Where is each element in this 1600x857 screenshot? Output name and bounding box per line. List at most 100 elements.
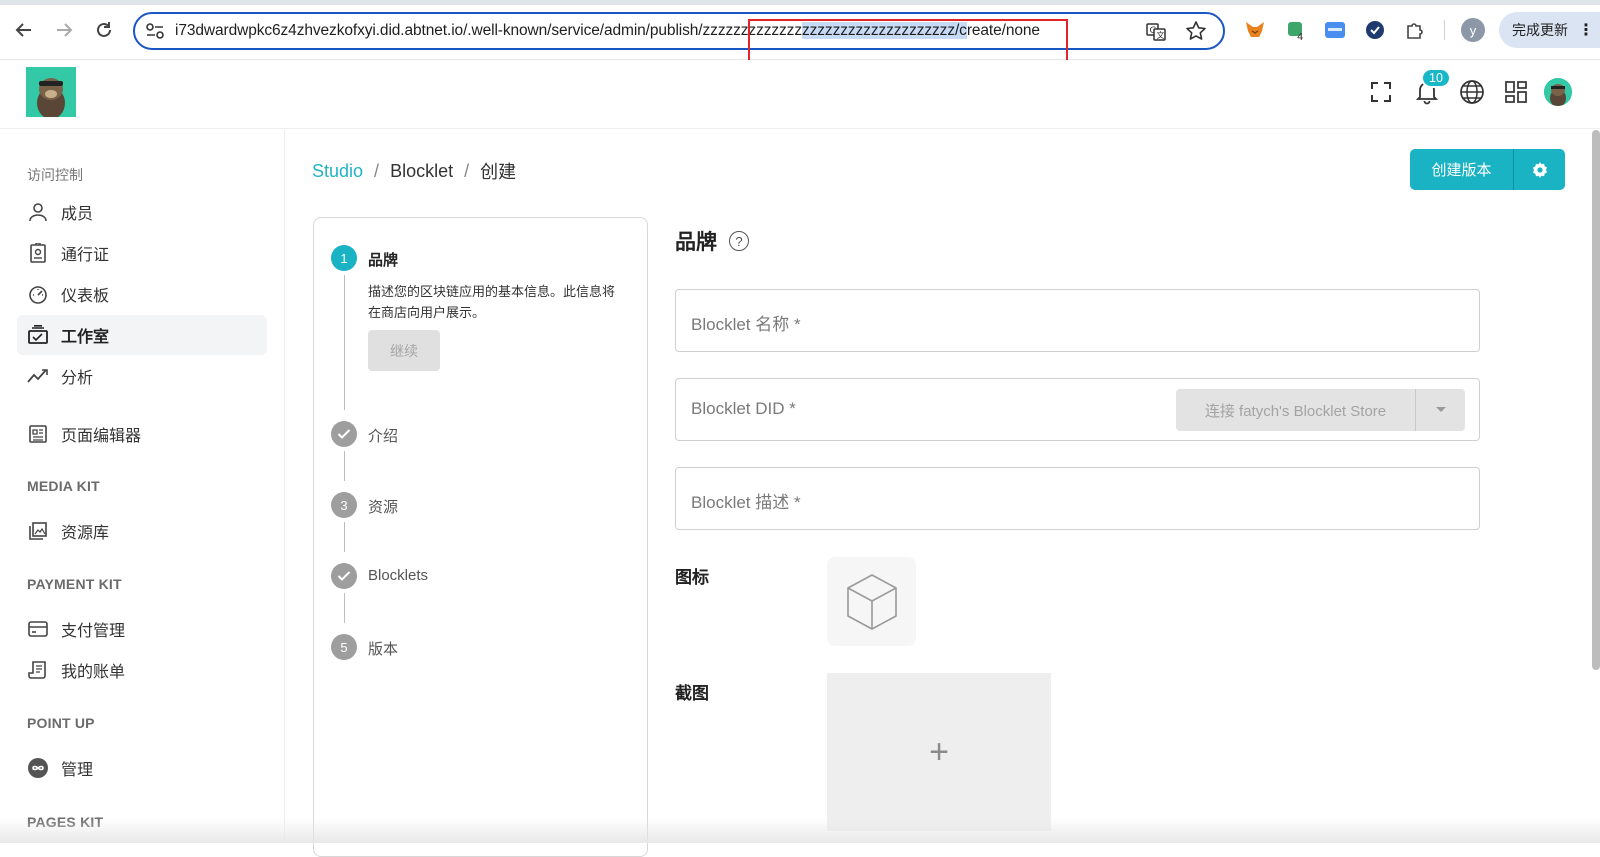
image-library-icon: [27, 520, 49, 542]
step-check-2[interactable]: [331, 421, 357, 447]
sidebar-item-page-editor[interactable]: 页面编辑器: [17, 414, 267, 454]
sidebar-item-dashboard[interactable]: 仪表板: [17, 274, 267, 314]
stepper-panel: 1 品牌 描述您的区块链应用的基本信息。此信息将在商店向用户展示。 继续 介绍 …: [313, 217, 648, 857]
settings-gear-icon[interactable]: [1514, 149, 1565, 190]
step-number-1[interactable]: 1: [331, 245, 357, 271]
credit-card-icon: [27, 618, 49, 640]
screenshot-label: 截图: [675, 684, 709, 703]
address-bar[interactable]: i73dwardwpkc6z4zhvezkofxyi.did.abtnet.io…: [133, 12, 1225, 50]
sidebar-section-payment-kit: PAYMENT KIT: [27, 576, 122, 592]
help-question-icon[interactable]: ?: [729, 231, 749, 251]
app-header: 10: [0, 60, 1600, 129]
form-title-text: 品牌: [675, 231, 717, 254]
sidebar-item-media-library[interactable]: 资源库: [17, 511, 267, 551]
blocklet-description-placeholder: Blocklet 描述 *: [691, 493, 801, 512]
user-avatar[interactable]: [1544, 78, 1572, 106]
profile-initial: y: [1469, 22, 1477, 38]
url-selection: zzzzzzzzzzzzzzzzzzzz/c: [801, 22, 967, 39]
step-label-resources[interactable]: 资源: [368, 496, 398, 517]
svg-text:4: 4: [1297, 32, 1303, 41]
sidebar-item-my-bills[interactable]: 我的账单: [17, 650, 267, 690]
bookmark-star-icon[interactable]: [1185, 20, 1207, 42]
svg-text:文: 文: [1157, 30, 1165, 40]
back-arrow-icon: [15, 23, 31, 37]
studio-icon: [27, 324, 49, 346]
extension-card-icon[interactable]: [1323, 18, 1347, 42]
breadcrumb-separator: /: [374, 160, 380, 181]
step-check-4[interactable]: [331, 563, 357, 589]
sidebar-item-studio[interactable]: 工作室: [17, 315, 267, 355]
chevron-down-icon[interactable]: [1416, 406, 1465, 414]
icon-label: 图标: [675, 568, 709, 587]
toolbar-separator: [1444, 20, 1445, 40]
step-number-5[interactable]: 5: [331, 634, 357, 660]
step-label-intro[interactable]: 介绍: [368, 425, 398, 446]
page-editor-icon: [27, 423, 49, 445]
breadcrumb-blocklet-link[interactable]: Blocklet: [390, 161, 453, 182]
app-logo[interactable]: [26, 67, 76, 117]
sidebar-section-media-kit: MEDIA KIT: [27, 478, 100, 494]
sidebar-item-label: 成员: [61, 206, 94, 223]
sidebar-item-analytics[interactable]: 分析: [17, 356, 267, 396]
screenshot-upload-box[interactable]: +: [827, 673, 1051, 831]
step-label-version[interactable]: 版本: [368, 638, 398, 659]
sidebar-item-label: 管理: [61, 762, 94, 779]
sidebar-section-access: 访问控制: [27, 167, 83, 183]
blocklet-did-placeholder: Blocklet DID *: [691, 399, 796, 418]
sidebar-item-payment-manage[interactable]: 支付管理: [17, 609, 267, 649]
step-description: 描述您的区块链应用的基本信息。此信息将在商店向用户展示。: [368, 284, 616, 320]
continue-button[interactable]: 继续: [368, 330, 440, 371]
more-menu-icon[interactable]: ⋮: [1578, 20, 1594, 40]
step-connector: [344, 522, 345, 552]
forward-button[interactable]: [50, 16, 78, 44]
profile-avatar[interactable]: y: [1461, 18, 1485, 42]
icon-upload-box[interactable]: [827, 557, 916, 646]
sidebar-item-members[interactable]: 成员: [17, 192, 267, 232]
user-icon: [27, 201, 49, 223]
connect-store-button[interactable]: 连接 fatych's Blocklet Store: [1176, 389, 1416, 431]
step-number-3[interactable]: 3: [331, 492, 357, 518]
update-button[interactable]: 完成更新 ⋮: [1499, 12, 1600, 48]
cube-icon: [846, 573, 897, 630]
step-label-blocklets[interactable]: Blocklets: [368, 567, 428, 584]
sidebar: 访问控制 成员 通行证 仪表板 工作室 分析 页面编辑器 MEDIA KIT 资…: [0, 130, 285, 843]
blocklet-description-field[interactable]: Blocklet 描述 *: [675, 467, 1480, 530]
tab-strip-edge: [0, 0, 1600, 5]
infinity-circle-icon: [27, 757, 49, 779]
reload-button[interactable]: [90, 16, 118, 44]
step-connector: [344, 593, 345, 623]
translate-icon[interactable]: G文: [1145, 21, 1167, 43]
receipt-icon: [27, 659, 49, 681]
notification-count-badge: 10: [1421, 68, 1451, 88]
sidebar-item-passport[interactable]: 通行证: [17, 233, 267, 273]
extension-fox-icon[interactable]: [1243, 18, 1267, 42]
sidebar-item-label: 工作室: [61, 329, 110, 346]
checkmark-icon: [337, 571, 351, 581]
sidebar-item-label: 仪表板: [61, 288, 110, 305]
extension-wallet-icon[interactable]: 4: [1284, 18, 1308, 42]
blocklet-did-field[interactable]: Blocklet DID * 连接 fatych's Blocklet Stor…: [675, 378, 1480, 441]
url-text[interactable]: i73dwardwpkc6z4zhvezkofxyi.did.abtnet.io…: [175, 22, 1175, 40]
blocklet-name-placeholder: Blocklet 名称 *: [691, 315, 801, 334]
breadcrumb-studio-link[interactable]: Studio: [312, 161, 363, 182]
form-title: 品牌 ?: [675, 226, 749, 256]
sidebar-item-label: 页面编辑器: [61, 428, 142, 445]
site-settings-icon[interactable]: [145, 22, 165, 40]
sidebar-item-label: 资源库: [61, 525, 110, 542]
sidebar-item-point-manage[interactable]: 管理: [17, 748, 267, 788]
fullscreen-icon[interactable]: [1366, 77, 1396, 107]
analytics-trend-icon: [27, 365, 49, 387]
blocklet-name-field[interactable]: Blocklet 名称 *: [675, 289, 1480, 352]
extensions-puzzle-icon[interactable]: [1403, 18, 1427, 42]
sidebar-section-point-up: POINT UP: [27, 715, 95, 731]
step-label-brand[interactable]: 品牌: [368, 249, 398, 270]
apps-grid-icon[interactable]: [1501, 77, 1531, 107]
extension-check-icon[interactable]: [1363, 18, 1387, 42]
language-globe-icon[interactable]: [1457, 77, 1487, 107]
back-button[interactable]: [10, 16, 38, 44]
page-scrollbar[interactable]: [1592, 130, 1600, 670]
step-connector: [344, 451, 345, 481]
reload-icon: [97, 22, 111, 37]
sidebar-item-label: 我的账单: [61, 664, 126, 681]
create-version-button[interactable]: 创建版本: [1410, 149, 1514, 190]
